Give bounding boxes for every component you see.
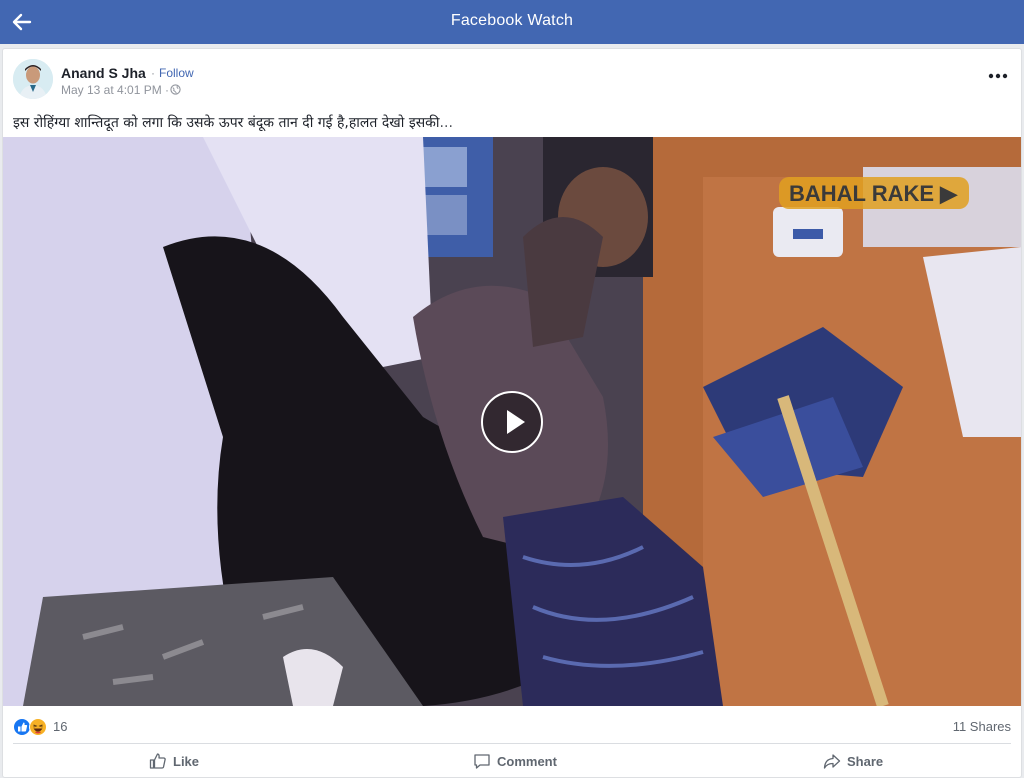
top-bar: Facebook Watch	[0, 0, 1024, 44]
avatar-image	[13, 59, 53, 99]
actions-divider	[13, 743, 1011, 744]
globe-icon	[170, 84, 181, 95]
like-button[interactable]: Like	[149, 749, 199, 773]
post-timestamp[interactable]: May 13 at 4:01 PM ·	[61, 83, 169, 97]
share-icon	[823, 754, 841, 769]
like-reaction-icon	[13, 718, 31, 736]
see-more-ellipsis[interactable]: ...	[440, 115, 453, 131]
thumbs-up-icon	[149, 753, 166, 769]
video-player[interactable]: BAHAL RAKE ▶	[3, 137, 1021, 706]
author-name[interactable]: Anand S Jha	[61, 65, 146, 81]
share-button[interactable]: Share	[823, 749, 883, 773]
comment-button[interactable]: Comment	[473, 749, 557, 773]
haha-reaction-icon	[29, 718, 47, 736]
reaction-icons[interactable]	[13, 717, 51, 737]
play-button[interactable]	[481, 391, 543, 453]
share-label: Share	[847, 753, 884, 769]
shares-count[interactable]: 11 Shares	[953, 719, 1011, 734]
like-label: Like	[173, 753, 200, 769]
post-caption: इस रोहिंग्या शान्तिदूत को लगा कि उसके ऊप…	[13, 113, 453, 132]
more-options-button[interactable]	[987, 69, 1009, 83]
video-watermark: BAHAL RAKE ▶	[789, 181, 958, 206]
comment-label: Comment	[497, 753, 557, 769]
follow-button[interactable]: Follow	[159, 66, 194, 80]
caption-text: इस रोहिंग्या शान्तिदूत को लगा कि उसके ऊप…	[13, 115, 440, 131]
comment-icon	[474, 754, 490, 769]
reaction-count[interactable]: 16	[53, 719, 67, 734]
more-horizontal-icon	[988, 73, 1008, 79]
post-card: Anand S Jha · Follow May 13 at 4:01 PM ·…	[2, 48, 1022, 778]
page-title: Facebook Watch	[450, 12, 574, 29]
follow-separator: ·	[151, 66, 155, 80]
author-avatar[interactable]	[13, 59, 53, 99]
